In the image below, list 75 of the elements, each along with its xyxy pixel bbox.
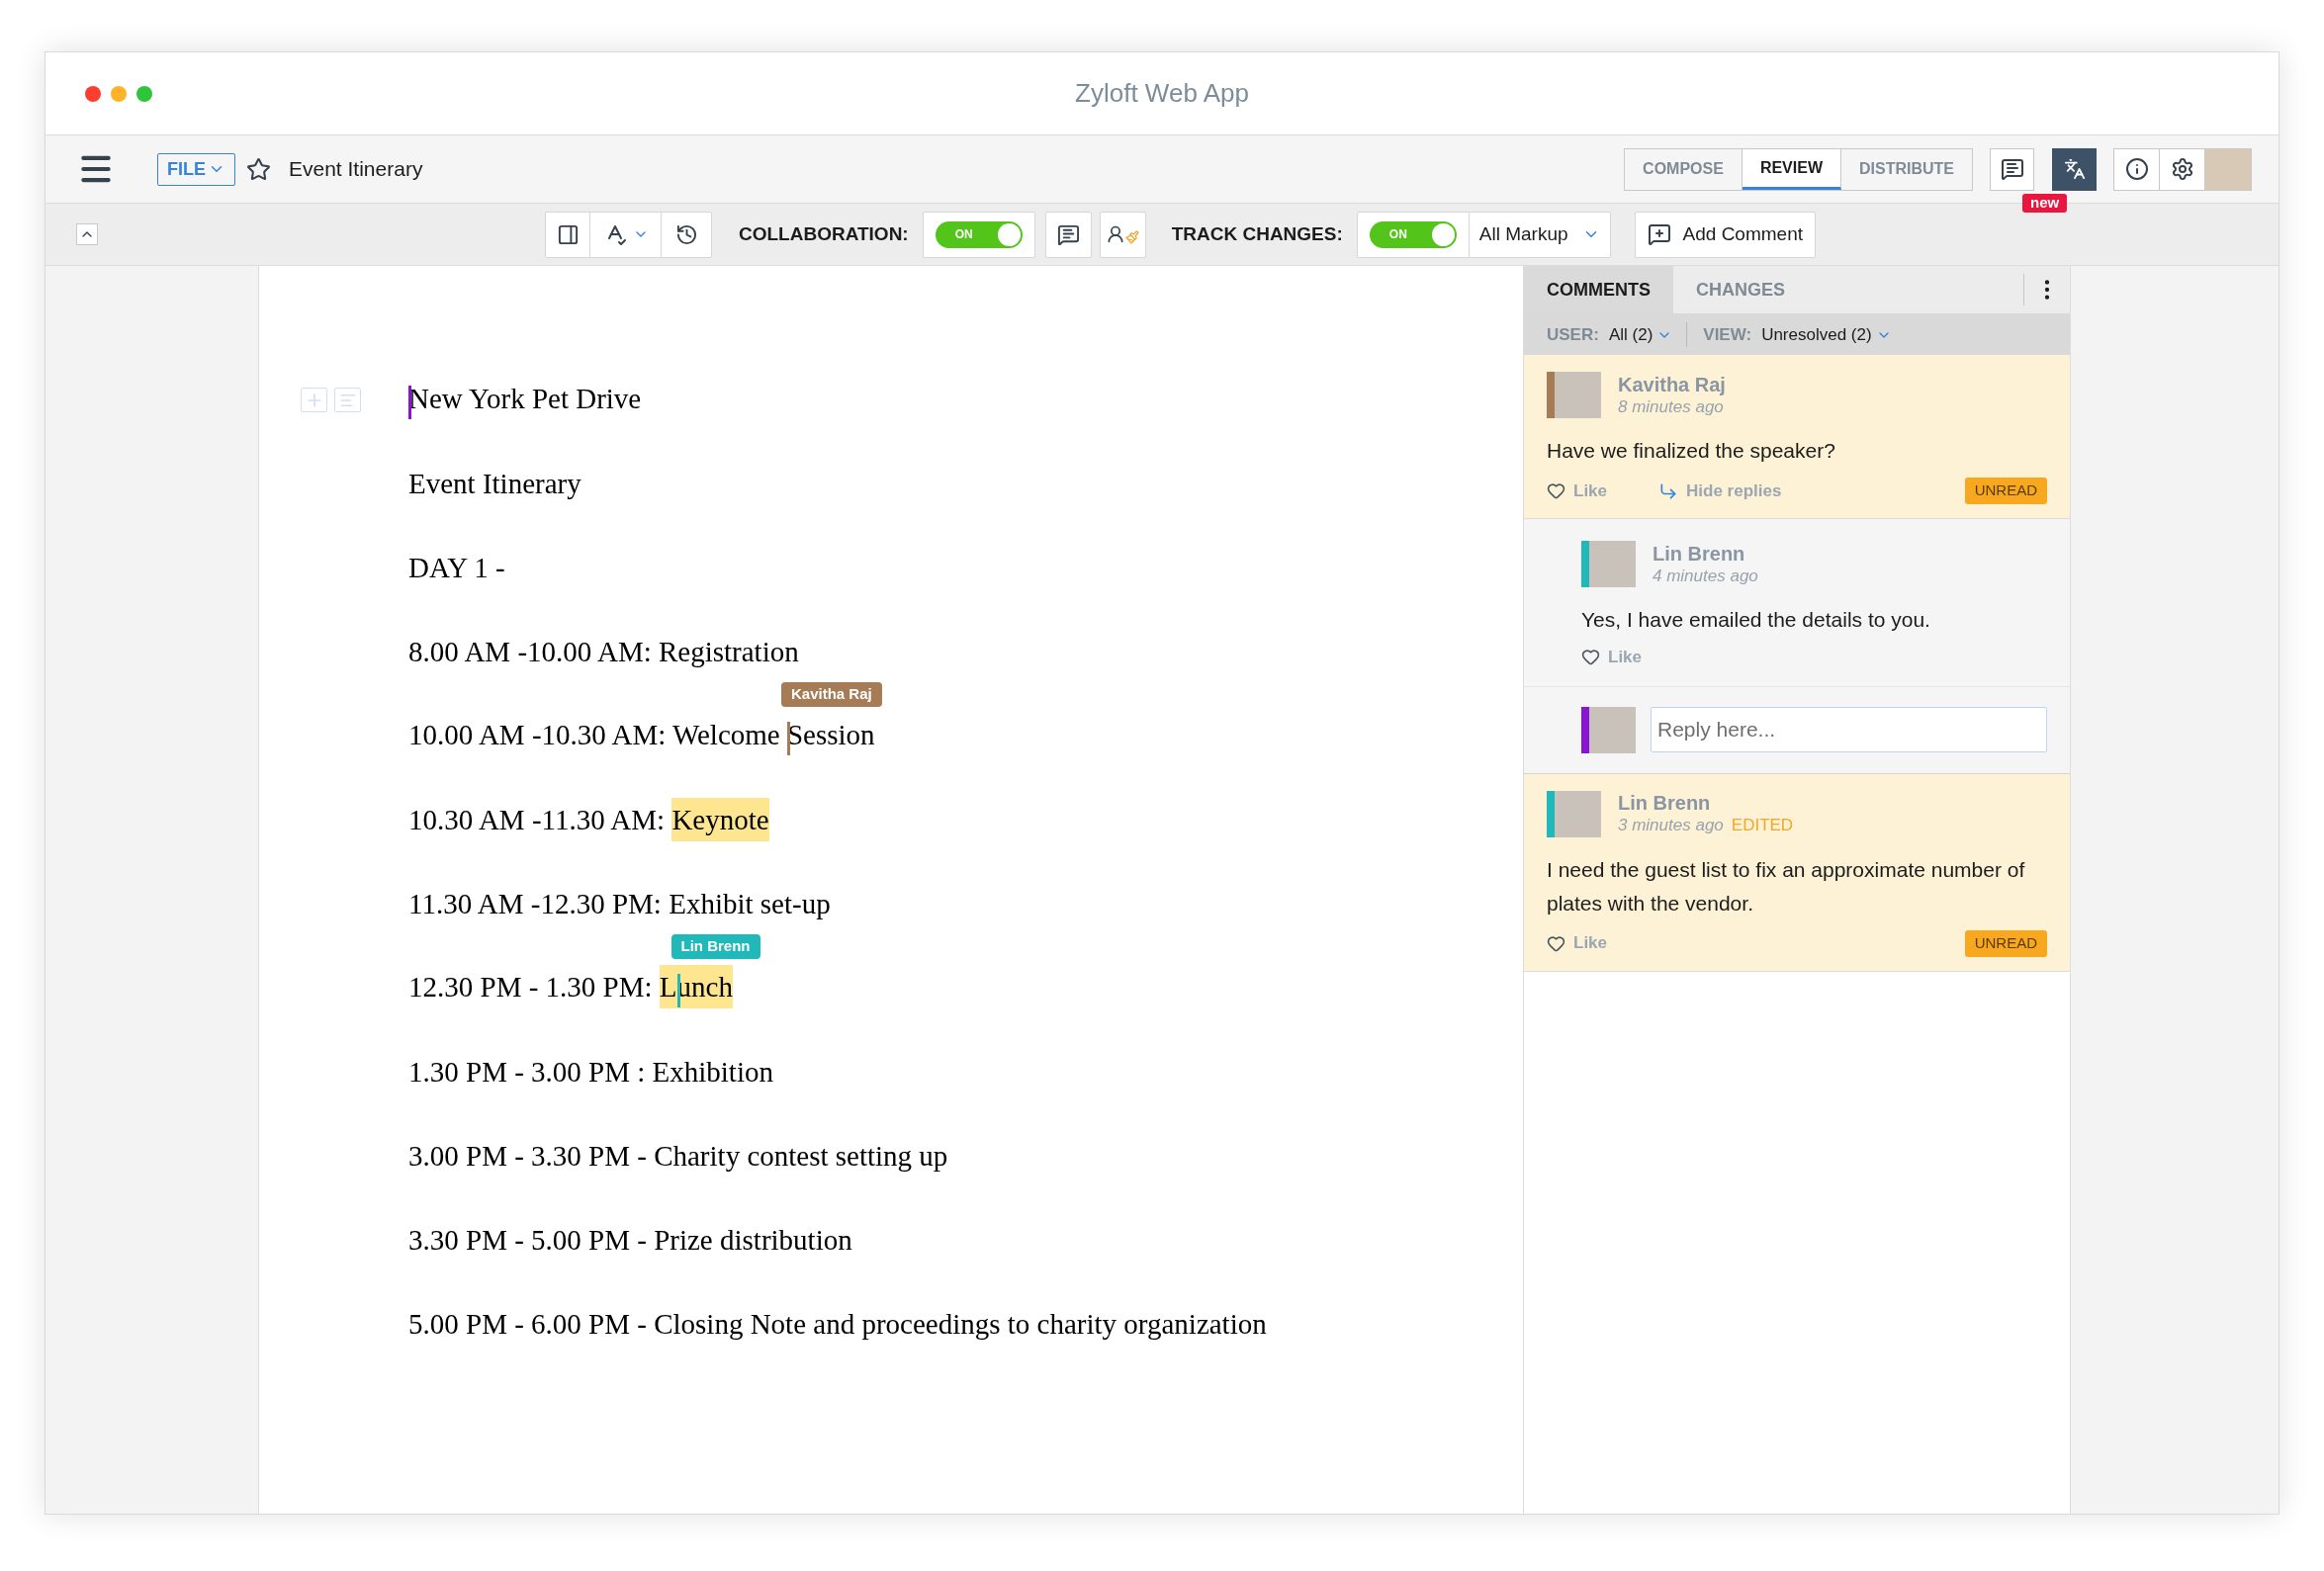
notify-button[interactable]: [1044, 211, 1092, 258]
unread-badge: UNREAD: [1964, 478, 2047, 504]
toggle-knob: [997, 222, 1021, 246]
track-changes-label: TRACK CHANGES:: [1171, 221, 1343, 246]
like-button[interactable]: Like: [1547, 478, 1608, 504]
toggle-switch[interactable]: ON: [1369, 220, 1457, 248]
collaborator-cursor-tag: Kavitha Raj: [781, 681, 882, 707]
document-text: 12.30 PM - 1.30 PM:: [408, 971, 654, 1004]
author-name: Lin Brenn: [1618, 791, 1712, 815]
filter-dropdown[interactable]: All (2): [1608, 321, 1673, 348]
document-text: 10.00 AM -10.30 AM: Welcome: [408, 719, 781, 751]
new-badge: new: [2022, 193, 2068, 213]
settings-icon: [2170, 157, 2194, 181]
highlighted-text: Keynote: [671, 797, 769, 841]
heart-icon: [1581, 648, 1600, 667]
mode-tab[interactable]: REVIEW: [1742, 148, 1841, 190]
comment-time: 8 minutes ago: [1618, 395, 1724, 418]
collaborator-cursor-tag: Lin Brenn: [670, 933, 760, 959]
document-text: Event Itinerary: [408, 467, 581, 499]
collaboration-label: COLLABORATION:: [739, 221, 909, 246]
markup-dropdown[interactable]: All Markup: [1469, 212, 1610, 257]
layout-icon: [556, 222, 580, 246]
filter-label: USER:: [1547, 323, 1599, 346]
highlighted-text: unch: [676, 965, 733, 1009]
user-format-button[interactable]: [1099, 211, 1146, 258]
like-button[interactable]: Like: [1581, 645, 1643, 670]
message-icon: [2000, 157, 2024, 181]
toggle-switch[interactable]: ON: [935, 220, 1023, 248]
heart-icon: [1547, 933, 1565, 953]
star-icon[interactable]: [246, 156, 271, 182]
comment-notification-button[interactable]: [1990, 147, 2034, 191]
translate-button[interactable]: [2052, 147, 2097, 191]
document-text: 11.30 AM -12.30 PM: Exhibit set-up: [408, 887, 831, 919]
translate-icon: [2063, 158, 2086, 180]
mode-tab[interactable]: DISTRIBUTE: [1841, 148, 1972, 190]
heart-icon: [1547, 481, 1565, 500]
document-text: 5.00 PM - 6.00 PM - Closing Note and proceedings to charity organization: [408, 1307, 1267, 1340]
person-brush-icon: [1106, 224, 1140, 244]
comment-text: I need the guest list to fix an approximate number of plates with the vendor.: [1547, 856, 2026, 916]
history-icon: [674, 222, 698, 246]
document-text: 8.00 AM -10.00 AM: Registration: [408, 635, 799, 667]
comment-plus-icon: [1647, 222, 1671, 246]
panel-tab[interactable]: CHANGES: [1673, 266, 1808, 313]
info-icon: [2124, 157, 2149, 181]
message-icon: [1056, 222, 1080, 246]
toggle-label: ON: [1388, 226, 1407, 243]
toggle-knob: [1431, 222, 1455, 246]
like-button[interactable]: Like: [1547, 930, 1608, 956]
document-text: DAY 1 -: [408, 551, 505, 583]
document-text: 1.30 PM - 3.00 PM : Exhibition: [408, 1055, 773, 1088]
document-text: 3.00 PM - 3.30 PM - Charity contest setting up: [408, 1139, 948, 1172]
comment-time: 3 minutes ago: [1618, 815, 1724, 836]
comment-time: 4 minutes ago: [1653, 565, 1758, 587]
mode-tab[interactable]: COMPOSE: [1625, 148, 1743, 190]
document-text: 10.30 AM -11.30 AM:: [408, 803, 667, 835]
comment-text: Yes, I have emailed the details to you.: [1581, 607, 1931, 633]
panel-tab[interactable]: COMMENTS: [1524, 266, 1673, 313]
file-menu-button[interactable]: FILE: [157, 152, 235, 186]
add-comment-button[interactable]: Add Comment: [1634, 211, 1816, 258]
author-name: Lin Brenn: [1653, 541, 1746, 566]
document-text: Session: [787, 719, 875, 751]
edited-label: EDITED: [1731, 815, 1794, 836]
author-name: Kavitha Raj: [1618, 372, 1726, 396]
window-title: Zyloft Web App: [1075, 77, 1249, 110]
unread-badge: UNREAD: [1964, 929, 2047, 957]
hide-replies-link[interactable]: Hide replies: [1658, 478, 1782, 504]
document-text: New York Pet Drive: [408, 383, 642, 415]
comment-text: Have we finalized the speaker?: [1547, 438, 1836, 464]
toggle-label: ON: [954, 226, 973, 243]
highlighted-text: L: [659, 965, 677, 1009]
filter-dropdown[interactable]: Unresolved (2): [1761, 321, 1892, 348]
reply-input-field[interactable]: Reply here...: [1651, 707, 2047, 752]
document-text: 3.30 PM - 5.00 PM - Prize distribution: [408, 1223, 852, 1256]
filter-label: VIEW:: [1703, 323, 1752, 346]
document-title: Event Itinerary: [289, 156, 423, 183]
